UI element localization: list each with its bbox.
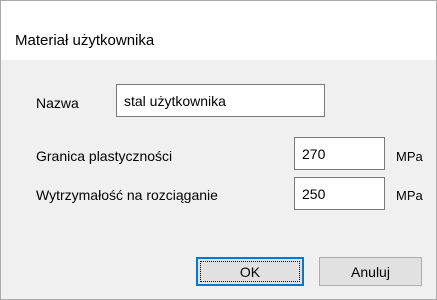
yield-strength-unit: MPa [396,149,423,164]
yield-strength-input[interactable] [294,137,385,170]
name-label: Nazwa [36,95,79,111]
name-input[interactable] [116,84,325,117]
tensile-strength-input[interactable] [294,177,385,210]
tensile-strength-label: Wytrzymałość na rozciąganie [36,187,218,203]
cancel-button-label: Anuluj [351,263,390,280]
yield-strength-label: Granica plastyczności [36,148,173,164]
ok-button[interactable]: OK [196,257,304,286]
tensile-strength-unit: MPa [396,188,423,203]
dialog-title-bar[interactable]: Materiał użytkownika [1,1,436,60]
material-dialog: Materiał użytkownika Nazwa Granica plast… [0,0,437,300]
dialog-title: Materiał użytkownika [15,32,155,49]
ok-button-label: OK [239,263,261,280]
cancel-button[interactable]: Anuluj [319,257,422,286]
